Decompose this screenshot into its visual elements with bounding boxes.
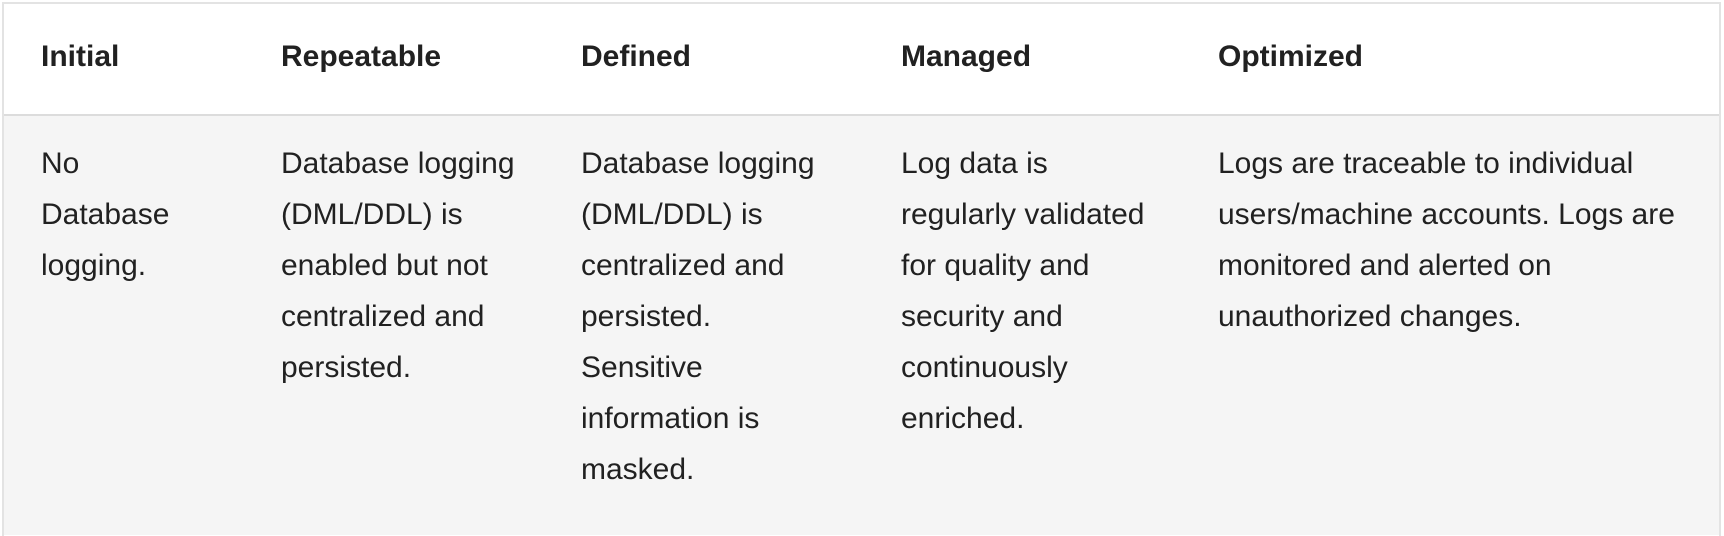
table-row: No Database logging. Database logging (D… — [4, 115, 1719, 535]
cell-initial: No Database logging. — [4, 115, 281, 535]
cell-optimized-text: Logs are traceable to individual users/m… — [1218, 147, 1675, 333]
cell-defined: Database logging (DML/DDL) is centralize… — [581, 115, 901, 535]
header-managed: Managed — [901, 40, 1032, 73]
cell-defined-text: Database logging (DML/DDL) is centralize… — [581, 147, 815, 486]
header-repeatable: Repeatable — [281, 40, 442, 73]
header-optimized: Optimized — [1218, 40, 1364, 73]
maturity-table-container: Initial Repeatable Defined Managed Optim… — [2, 2, 1721, 536]
cell-optimized: Logs are traceable to individual users/m… — [1218, 115, 1719, 535]
cell-managed-text: Log data is regularly validated for qual… — [901, 147, 1145, 435]
cell-repeatable-text: Database logging (DML/DDL) is enabled bu… — [281, 147, 515, 384]
header-initial: Initial — [41, 40, 120, 73]
cell-repeatable: Database logging (DML/DDL) is enabled bu… — [281, 115, 581, 535]
cell-managed: Log data is regularly validated for qual… — [901, 115, 1218, 535]
cell-initial-text: No Database logging. — [41, 147, 170, 282]
maturity-table: Initial Repeatable Defined Managed Optim… — [4, 4, 1719, 535]
header-defined: Defined — [581, 40, 692, 73]
table-header-row: Initial Repeatable Defined Managed Optim… — [4, 4, 1719, 115]
